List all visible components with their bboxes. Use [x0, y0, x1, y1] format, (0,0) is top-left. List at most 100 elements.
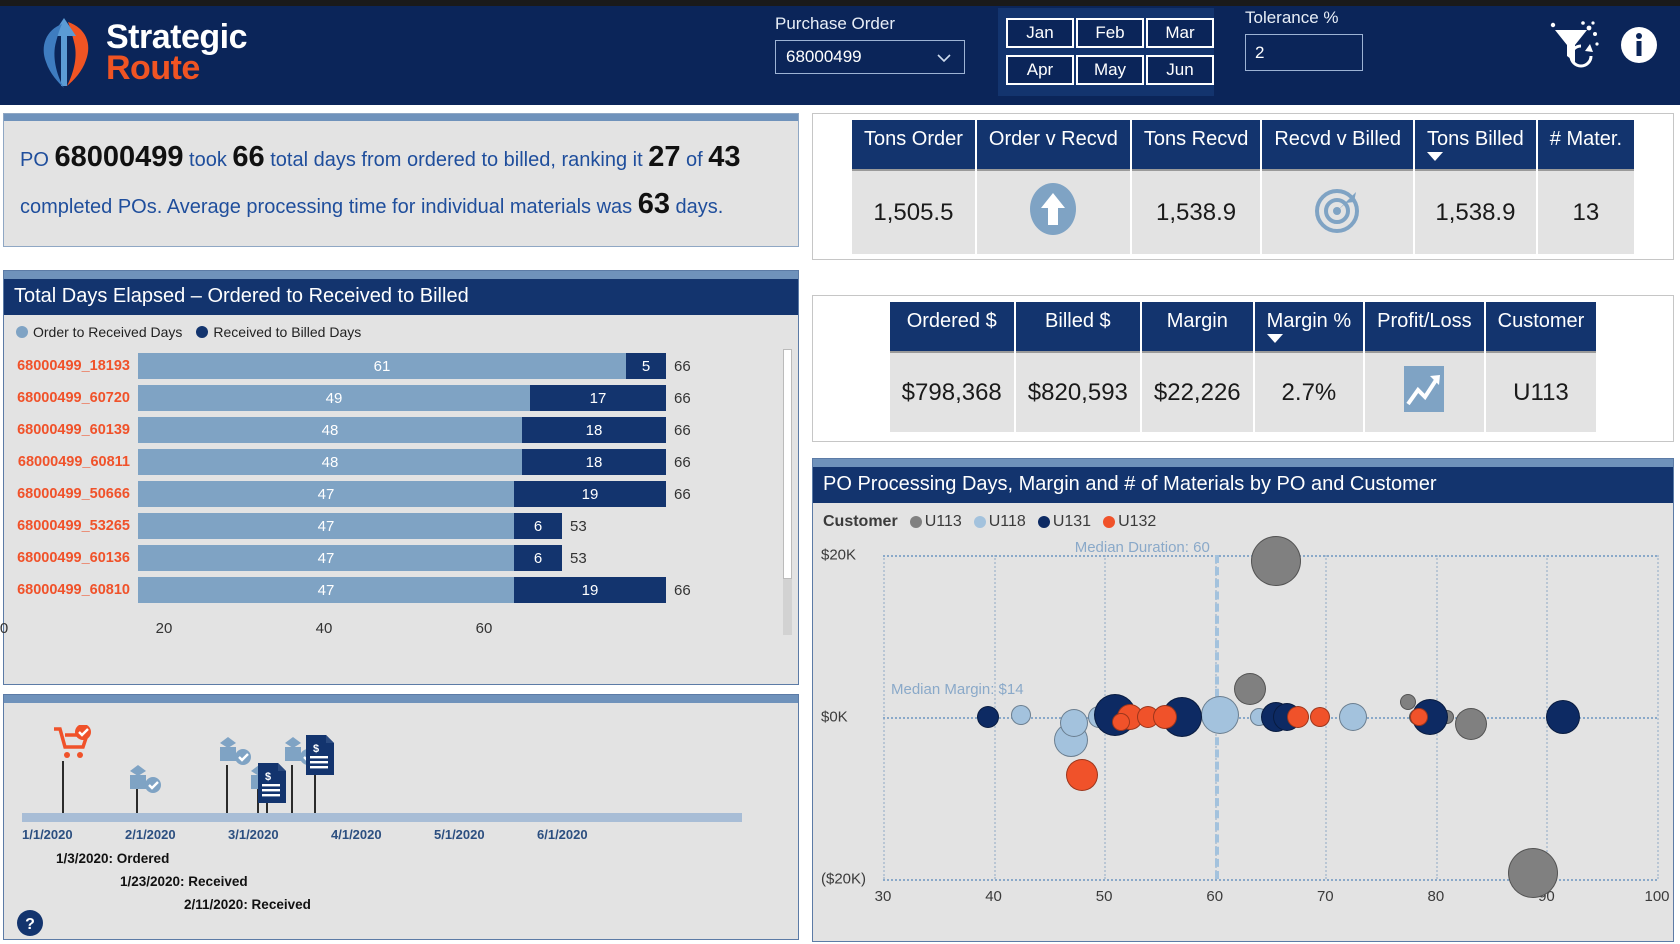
- col-header-tons-recvd[interactable]: Tons Recvd: [1129, 120, 1263, 170]
- bar-row[interactable]: 68000499_60139 48 18 66: [4, 414, 798, 446]
- bar-segment-order-to-received: 47: [138, 577, 514, 603]
- scatter-bubble[interactable]: [1011, 705, 1032, 726]
- timeline-date-label: 4/1/2020: [331, 827, 382, 842]
- scatter-legend-item-u118[interactable]: U118: [973, 513, 1026, 531]
- bar-row[interactable]: 68000499_60136 47 6 53: [4, 542, 798, 574]
- help-icon[interactable]: ?: [16, 909, 44, 937]
- scrollbar-thumb[interactable]: [783, 349, 792, 579]
- cell-margin-pct: 2.7%: [1252, 351, 1366, 432]
- invoice-icon[interactable]: $: [304, 733, 336, 782]
- scatter-legend-item-u132[interactable]: U132: [1103, 513, 1156, 531]
- scatter-x-tick: 30: [874, 888, 892, 905]
- cell-customer: U113: [1483, 351, 1599, 432]
- bar-row[interactable]: 68000499_18193 61 5 66: [4, 350, 798, 382]
- col-header-profit-loss[interactable]: Profit/Loss: [1363, 302, 1486, 352]
- timeline-top-bar: [4, 695, 798, 703]
- scatter-bubble[interactable]: [1066, 759, 1099, 792]
- scatter-y-tick: ($20K): [821, 870, 867, 888]
- narrative-mid4: completed POs. Average processing time f…: [20, 195, 638, 218]
- scatter-bubble[interactable]: [1111, 712, 1130, 731]
- bar-segment-order-to-received: 47: [138, 481, 514, 507]
- month-button-apr[interactable]: Apr: [1006, 55, 1074, 85]
- cell-recvd-v-billed: [1260, 169, 1416, 254]
- bar-segment-received-to-billed: 19: [514, 577, 666, 603]
- month-button-jan[interactable]: Jan: [1006, 18, 1074, 48]
- sort-descending-icon: [1266, 334, 1283, 343]
- bar-segment-received-to-billed: 18: [522, 417, 666, 443]
- bar-row[interactable]: 68000499_60720 49 17 66: [4, 382, 798, 414]
- month-button-may[interactable]: May: [1076, 55, 1144, 85]
- legend-item-order-to-received[interactable]: Order to Received Days: [16, 324, 182, 340]
- legend-label-received-to-billed: Received to Billed Days: [213, 324, 362, 340]
- bar-chart-scrollbar[interactable]: [783, 349, 792, 635]
- month-button-jun[interactable]: Jun: [1146, 55, 1214, 85]
- scatter-bubble[interactable]: [1309, 707, 1330, 727]
- narrative-days: 66: [232, 141, 265, 173]
- scatter-bubble[interactable]: [1250, 536, 1301, 587]
- cell-profit-loss: [1363, 351, 1486, 432]
- scatter-bubble[interactable]: [1286, 706, 1309, 728]
- scatter-x-tick: 40: [985, 888, 1002, 905]
- bar-category-label: 68000499_53265: [17, 518, 130, 534]
- col-header-tons-order[interactable]: Tons Order: [849, 120, 977, 170]
- scatter-bubble[interactable]: [1508, 848, 1559, 899]
- financial-kpi-table: Ordered $ Billed $ Margin Margin % Profi…: [887, 302, 1599, 432]
- bar-segment-order-to-received: 47: [138, 545, 514, 571]
- scatter-legend-item-u113[interactable]: U113: [909, 513, 962, 531]
- scatter-bubble[interactable]: [1060, 709, 1089, 738]
- col-header-billed-dollars[interactable]: Billed $: [1013, 302, 1142, 352]
- col-header-tons-billed[interactable]: Tons Billed: [1413, 120, 1538, 170]
- svg-text:?: ?: [25, 916, 35, 933]
- bar-row[interactable]: 68000499_60811 48 18 66: [4, 446, 798, 478]
- bar-category-label: 68000499_18193: [17, 358, 130, 374]
- narrative-card: PO 68000499 took 66 total days from orde…: [3, 113, 799, 247]
- month-button-feb[interactable]: Feb: [1076, 18, 1144, 48]
- tons-kpi-card: Tons Order Order v Recvd Tons Recvd Recv…: [812, 113, 1674, 260]
- col-header-recvd-v-billed[interactable]: Recvd v Billed: [1260, 120, 1416, 170]
- col-header-ordered-dollars[interactable]: Ordered $: [887, 302, 1016, 352]
- scatter-legend-label: U113: [924, 513, 962, 530]
- purchase-order-value: 68000499: [786, 47, 862, 66]
- scatter-bubble[interactable]: [1201, 695, 1240, 734]
- bar-row[interactable]: 68000499_50666 47 19 66: [4, 478, 798, 510]
- cart-check-icon[interactable]: [52, 724, 92, 766]
- timeline-date-label: 5/1/2020: [434, 827, 485, 842]
- financial-kpi-card: Ordered $ Billed $ Margin Margin % Profi…: [812, 295, 1674, 442]
- scatter-bubble[interactable]: [1338, 703, 1367, 731]
- scatter-y-tick: $0K: [821, 708, 848, 726]
- bar-row[interactable]: 68000499_53265 47 6 53: [4, 510, 798, 542]
- legend-item-received-to-billed[interactable]: Received to Billed Days: [196, 324, 361, 340]
- col-header-order-v-recvd[interactable]: Order v Recvd: [974, 120, 1132, 170]
- scatter-bubble[interactable]: [1410, 708, 1429, 726]
- filter-reset-icon[interactable]: [1545, 18, 1601, 72]
- cell-ordered-dollars: $798,368: [887, 351, 1016, 432]
- scatter-bubble[interactable]: [1546, 700, 1580, 734]
- col-header-customer[interactable]: Customer: [1483, 302, 1599, 352]
- purchase-order-filter: Purchase Order 68000499: [775, 14, 965, 74]
- narrative-po: 68000499: [54, 141, 184, 173]
- bar-chart-legend: Order to Received Days Received to Bille…: [4, 315, 798, 344]
- bar-x-tick: 60: [475, 620, 493, 637]
- box-check-icon[interactable]: [126, 761, 166, 806]
- scatter-bubble[interactable]: [1234, 673, 1267, 706]
- scatter-legend-item-u131[interactable]: U131: [1037, 513, 1091, 531]
- narrative-mid2: total days from ordered to billed, ranki…: [264, 149, 649, 171]
- purchase-order-select[interactable]: 68000499: [775, 40, 965, 74]
- scatter-bubble[interactable]: [977, 706, 1000, 728]
- bar-segment-received-to-billed: 6: [514, 545, 562, 571]
- scatter-bubble[interactable]: [1455, 708, 1488, 741]
- col-header-margin-pct[interactable]: Margin %: [1252, 302, 1366, 352]
- info-icon[interactable]: [1620, 26, 1658, 64]
- arrow-logo-icon: [34, 16, 96, 90]
- scatter-bubble[interactable]: [1152, 705, 1177, 729]
- col-header-num-materials[interactable]: # Mater.: [1535, 120, 1637, 170]
- tolerance-input[interactable]: [1245, 34, 1363, 71]
- timeline-panel: ? 1/1/2020 2/1/2020 3/1/2020 4/1/2020 5/1/20…: [3, 694, 799, 940]
- month-button-mar[interactable]: Mar: [1146, 18, 1214, 48]
- col-header-margin[interactable]: Margin: [1139, 302, 1255, 352]
- bar-x-tick: 40: [315, 620, 333, 637]
- col-label-billed-dollars: Billed $: [1045, 310, 1111, 332]
- cell-tons-recvd: 1,538.9: [1129, 169, 1263, 254]
- bar-total-label: 53: [570, 549, 587, 567]
- bar-row[interactable]: 68000499_60810 47 19 66: [4, 574, 798, 606]
